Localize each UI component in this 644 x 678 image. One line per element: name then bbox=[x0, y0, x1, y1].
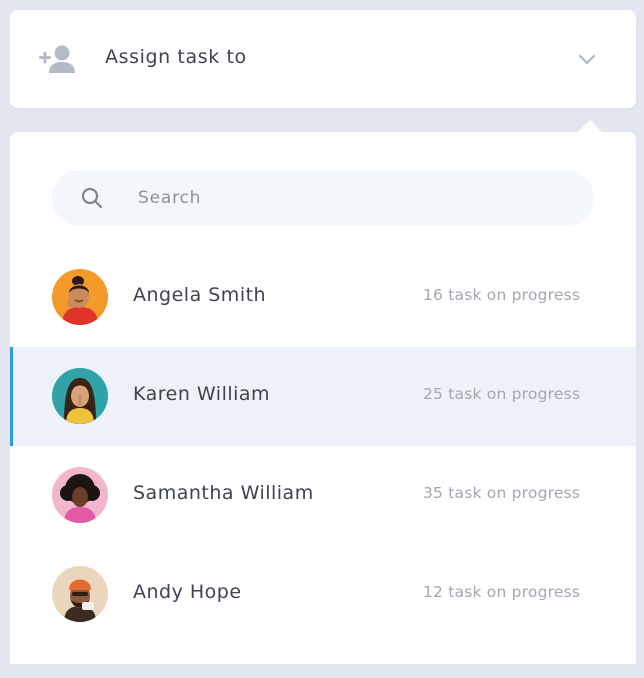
search-field[interactable] bbox=[52, 170, 594, 226]
task-progress-count: 35 task on progress bbox=[423, 484, 581, 502]
task-progress-count: 12 task on progress bbox=[423, 583, 581, 601]
search-icon bbox=[81, 187, 103, 209]
avatar bbox=[52, 467, 108, 523]
user-name: Karen William bbox=[133, 383, 271, 405]
list-item[interactable]: Samantha William 35 task on progress bbox=[10, 446, 636, 545]
avatar bbox=[52, 566, 108, 622]
list-item[interactable]: Angela Smith 16 task on progress bbox=[10, 248, 636, 347]
dropdown-pointer bbox=[577, 118, 603, 133]
add-user-icon bbox=[38, 44, 76, 74]
search-input[interactable] bbox=[138, 170, 568, 226]
task-progress-count: 16 task on progress bbox=[423, 286, 581, 304]
user-name: Andy Hope bbox=[133, 581, 242, 603]
avatar bbox=[52, 269, 108, 325]
assign-task-label: Assign task to bbox=[105, 46, 247, 68]
chevron-down-icon[interactable] bbox=[577, 51, 597, 65]
list-item[interactable]: Andy Hope 12 task on progress bbox=[10, 545, 636, 644]
user-name: Samantha William bbox=[133, 482, 314, 504]
user-name: Angela Smith bbox=[133, 284, 267, 306]
assign-task-select[interactable]: Assign task to bbox=[10, 10, 636, 108]
assign-task-widget: Assign task to Search Angela Smith 16 ta… bbox=[0, 0, 644, 678]
assignee-dropdown-panel: Angela Smith 16 task on progress Karen W… bbox=[10, 132, 636, 664]
assignee-list: Angela Smith 16 task on progress Karen W… bbox=[10, 248, 636, 644]
list-item[interactable]: Karen William 25 task on progress bbox=[10, 347, 636, 446]
task-progress-count: 25 task on progress bbox=[423, 385, 581, 403]
avatar bbox=[52, 368, 108, 424]
